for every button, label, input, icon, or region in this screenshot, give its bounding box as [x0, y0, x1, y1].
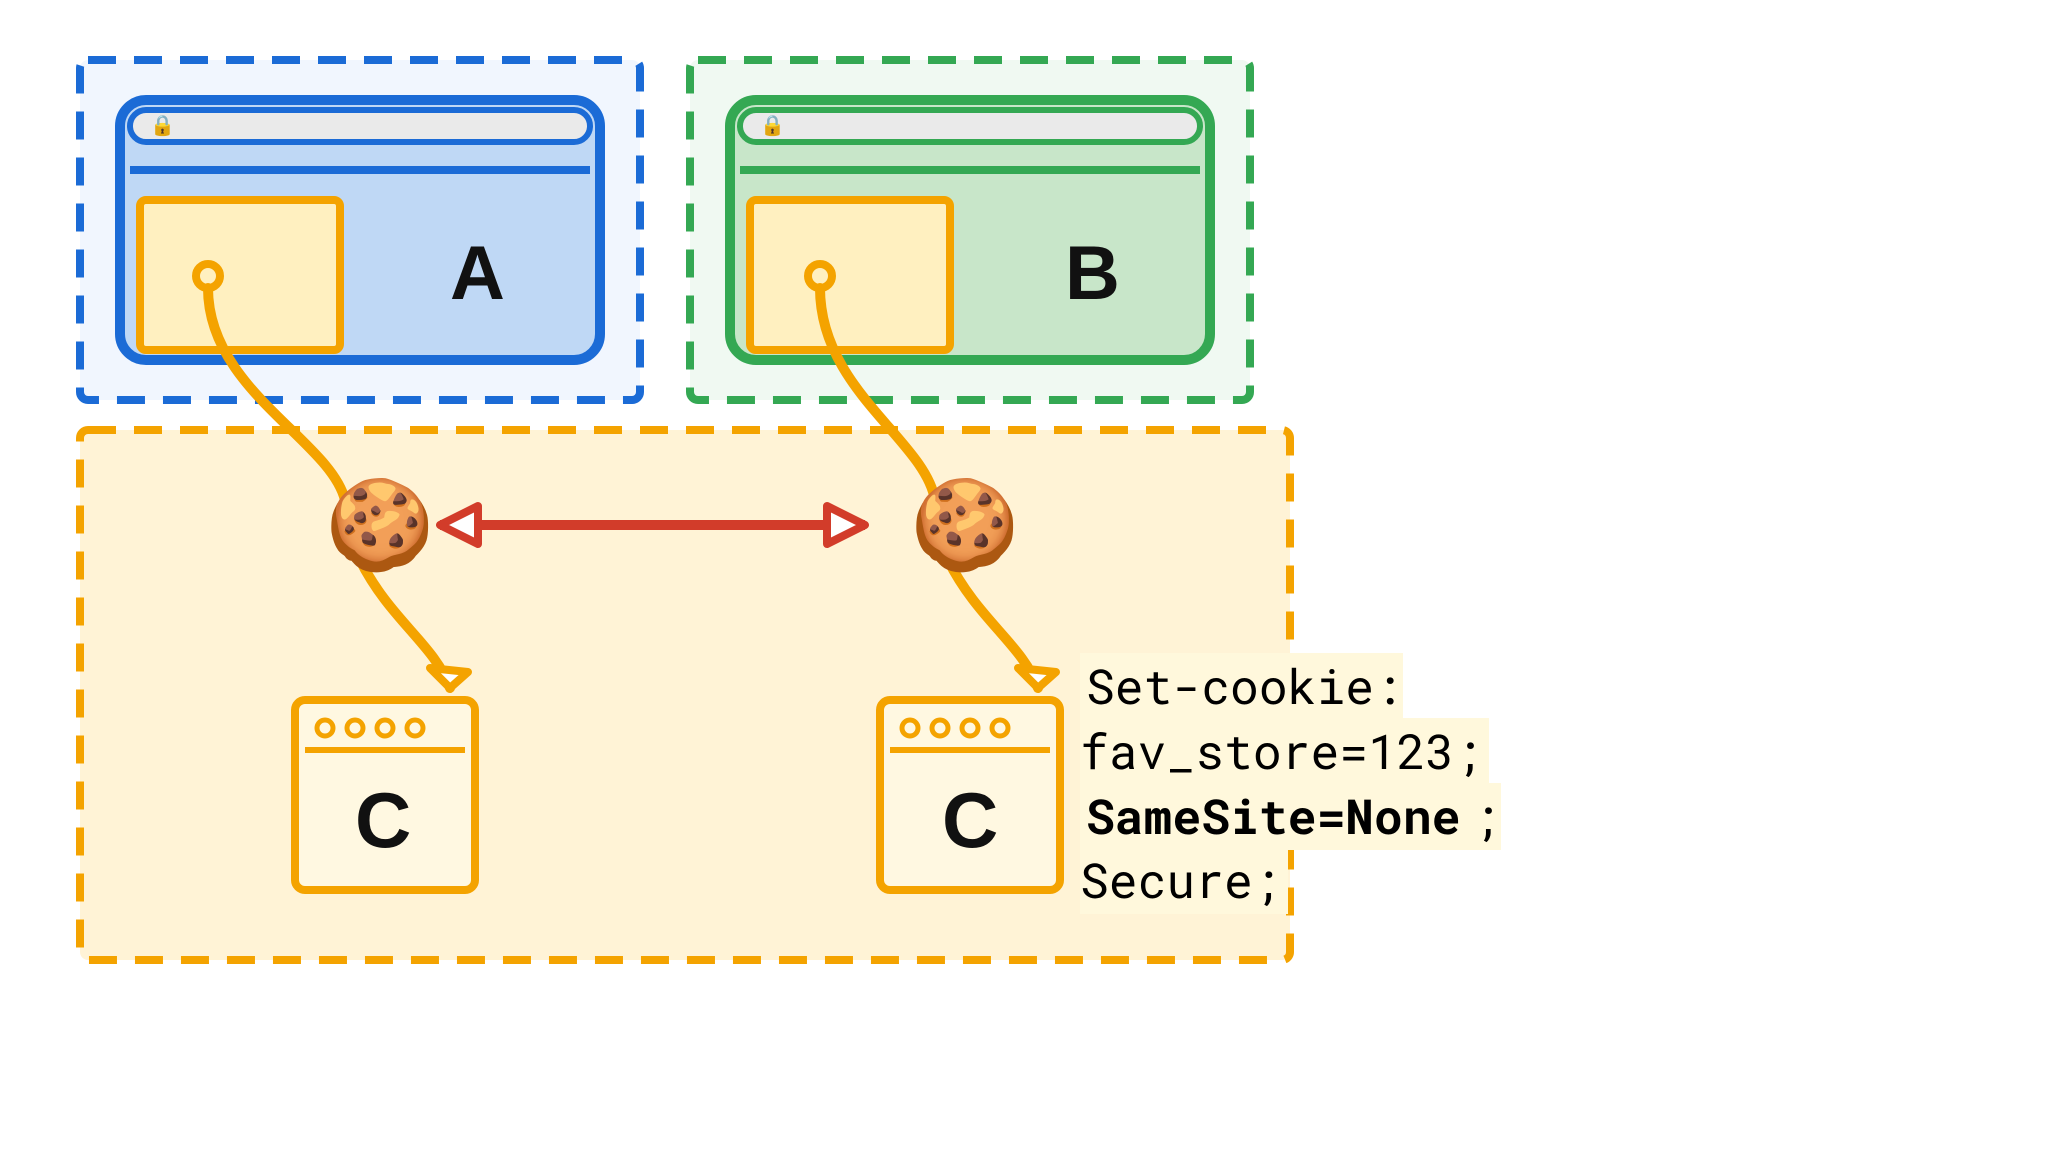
cookie-header-samesite: SameSite=None: [1080, 783, 1466, 850]
site-c-left-label: C: [355, 775, 411, 866]
browser-b: 🔒: [730, 100, 1210, 360]
set-cookie-header: Set-cookie: fav_store=123; SameSite=None…: [1080, 655, 1680, 914]
browser-a: 🔒: [120, 100, 600, 360]
cookie-icon-right: 🍪: [910, 475, 1020, 575]
lock-icon: 🔒: [150, 115, 175, 137]
lock-icon: 🔒: [760, 115, 785, 137]
site-a-label: A: [450, 230, 505, 317]
iframe-in-b: [750, 200, 950, 350]
site-c-right-label: C: [942, 775, 998, 866]
iframe-in-a: [140, 200, 340, 350]
cookie-header-line1: Set-cookie: fav_store=123;: [1080, 653, 1489, 785]
site-b-label: B: [1065, 230, 1120, 317]
cookie-icon-left: 🍪: [325, 475, 435, 575]
diagram-stage: 🔒 🔒: [80, 60, 1680, 980]
